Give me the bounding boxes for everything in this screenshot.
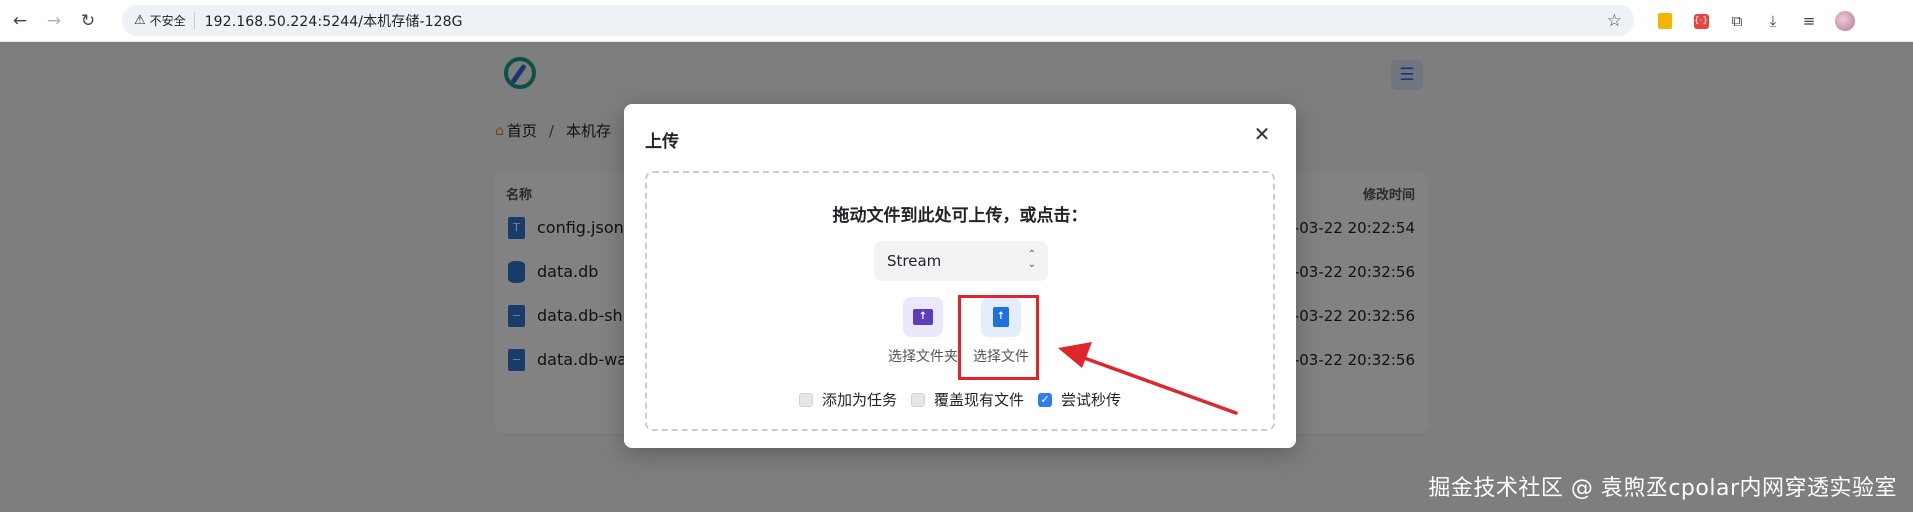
annotation-arrow-icon [1058, 342, 1238, 415]
overwrite-existing-checkbox[interactable]: 覆盖现有文件 [910, 389, 1024, 410]
browser-toolbar: ← → ↻ ⚠ 不安全 192.168.50.224:5244/本机存储-128… [0, 0, 1913, 42]
watermark: 掘金技术社区 @ 袁煦丞cpolar内网穿透实验室 [1428, 476, 1897, 501]
close-icon: ✕ [1253, 122, 1271, 146]
upload-mode-select[interactable]: Stream ⌃ ⌄ [874, 241, 1048, 281]
dialog-title: 上传 [645, 132, 679, 152]
option-label: 覆盖现有文件 [933, 391, 1024, 409]
profile-avatar-icon[interactable] [1832, 8, 1858, 34]
select-folder-label: 选择文件夹 [888, 349, 958, 365]
back-button[interactable]: ← [6, 7, 34, 35]
star-icon[interactable]: ☆ [1607, 11, 1622, 31]
checkbox-box[interactable] [798, 392, 813, 407]
reload-icon: ↻ [80, 10, 96, 31]
security-label: 不安全 [149, 14, 186, 28]
security-indicator[interactable]: ⚠ 不安全 [130, 11, 195, 30]
warning-icon: ⚠ [134, 13, 146, 28]
chevron-updown-icon: ⌃ ⌄ [1027, 249, 1036, 270]
forward-button[interactable]: → [40, 7, 68, 35]
reload-button[interactable]: ↻ [74, 7, 102, 35]
arrow-left-icon: ← [12, 10, 28, 31]
select-file-label: 选择文件 [973, 349, 1029, 365]
red-extension-icon[interactable]: {·} [1688, 8, 1714, 34]
folder-upload-icon: ↑ [913, 309, 933, 325]
reading-list-icon[interactable]: ≡ [1796, 8, 1822, 34]
file-upload-icon: ↑ [993, 307, 1009, 327]
upload-mode-value: Stream [887, 252, 942, 270]
folder-extension-icon[interactable] [1652, 8, 1678, 34]
drop-hint: 拖动文件到此处可上传，或点击： [832, 206, 1088, 226]
select-folder-button[interactable]: ↑ 选择文件夹 [887, 297, 959, 366]
arrow-right-icon: → [46, 10, 62, 31]
select-file-button[interactable]: ↑ 选择文件 [965, 297, 1037, 366]
url-text[interactable]: 192.168.50.224:5244/本机存储-128G [205, 11, 463, 31]
add-as-task-checkbox[interactable]: 添加为任务 [798, 389, 897, 410]
close-button[interactable]: ✕ [1250, 122, 1274, 146]
option-label: 添加为任务 [821, 391, 897, 409]
download-icon[interactable]: ⤓ [1760, 8, 1786, 34]
extensions-area: {·} ⧉ ⤓ ≡ [1652, 8, 1868, 34]
checkbox-box[interactable] [910, 392, 925, 407]
address-bar[interactable]: ⚠ 不安全 192.168.50.224:5244/本机存储-128G ☆ [122, 5, 1634, 36]
puzzle-icon[interactable]: ⧉ [1724, 8, 1750, 34]
